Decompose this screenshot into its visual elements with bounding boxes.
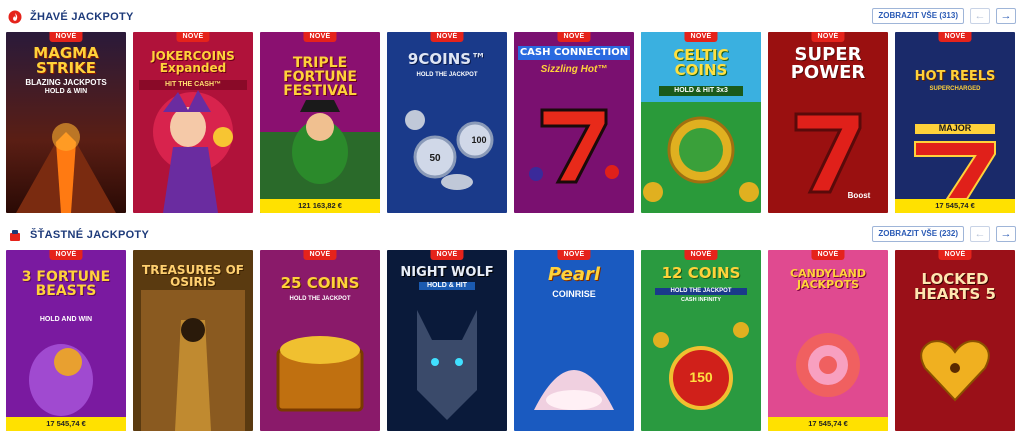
new-badge: NOVÉ (49, 250, 83, 260)
new-badge: NOVÉ (684, 32, 718, 42)
game-tile[interactable]: NOVÉ SUPER POWER Boost (768, 32, 888, 213)
fire-icon (8, 10, 22, 24)
new-badge: NOVÉ (557, 250, 591, 260)
game-title: 25 COINS (280, 274, 360, 292)
new-badge: NOVÉ (430, 32, 464, 42)
game-tile[interactable]: NOVÉ HOT REELS SUPERCHARGED MAJOR 17 545… (895, 32, 1015, 213)
new-badge: NOVÉ (430, 250, 464, 260)
new-badge: NOVÉ (811, 250, 845, 260)
clover-icon (10, 230, 20, 241)
game-title: CANDYLAND JACKPOTS (790, 267, 866, 291)
section-title-text: ŠŤASTNÉ JACKPOTY (30, 229, 150, 241)
new-badge: NOVÉ (938, 250, 972, 260)
game-tile[interactable]: NOVÉ 12 COINS HOLD THE JACKPOT CASH INFI… (641, 250, 761, 431)
section-title: ŠŤASTNÉ JACKPOTY (8, 228, 149, 242)
game-carousel: NOVÉ 3 FORTUNE BEASTS HOLD AND WIN 17 54… (6, 250, 1015, 431)
section-controls: ZOBRAZIT VŠE (313) ← → (872, 8, 1016, 24)
game-tile[interactable]: NOVÉ TRIPLE FORTUNE FESTIVAL 121 163,82 … (260, 32, 380, 213)
game-tile[interactable]: NOVÉ LOCKED HEARTS 5 (895, 250, 1015, 431)
game-subtitle: HOLD THE JACKPOT (416, 72, 478, 78)
section-title: ŽHAVÉ JACKPOTY (8, 10, 134, 24)
jackpot-tier: MAJOR (915, 123, 995, 134)
section-header: ŠŤASTNÉ JACKPOTY ZOBRAZIT VŠE (232) ← → (0, 224, 1024, 248)
arrow-left-icon[interactable]: ← (970, 8, 990, 24)
game-carousel: NOVÉ MAGMA STRIKE BLAZING JACKPOTS HOLD … (6, 32, 1015, 213)
game-tile[interactable]: NOVÉ 3 FORTUNE BEASTS HOLD AND WIN 17 54… (6, 250, 126, 431)
game-title: TRIPLE FORTUNE FESTIVAL (283, 55, 357, 99)
section-header: ŽHAVÉ JACKPOTY ZOBRAZIT VŠE (313) ← → (0, 6, 1024, 30)
coin-value: 50 (429, 153, 441, 164)
game-title: CELTIC COINS (673, 46, 729, 79)
new-badge: NOVÉ (557, 32, 591, 42)
game-subtitle-2: HOLD & WIN (44, 88, 88, 95)
game-subtitle: SUPERCHARGED (929, 86, 981, 92)
game-title: 3 FORTUNE BEASTS (21, 269, 111, 299)
game-subtitle: HOLD THE JACKPOT (289, 296, 351, 302)
game-tile[interactable]: NOVÉ CASH CONNECTION Sizzling Hot™ (514, 32, 634, 213)
show-all-button[interactable]: ZOBRAZIT VŠE (313) (872, 8, 964, 24)
new-badge: NOVÉ (303, 32, 337, 42)
game-subtitle: BLAZING JACKPOTS (25, 78, 107, 87)
game-tile[interactable]: TREASURES OF OSIRIS (133, 250, 253, 431)
arrow-right-icon[interactable]: → (996, 226, 1016, 242)
game-subtitle: HIT THE CASH™ (139, 80, 247, 90)
coin-value: 100 (471, 135, 487, 145)
game-subtitle: Boost (847, 191, 871, 200)
new-badge: NOVÉ (938, 32, 972, 42)
game-subtitle: HOLD AND WIN (39, 316, 93, 323)
game-tile[interactable]: NOVÉ 9COINS™ HOLD THE JACKPOT 50 100 (387, 32, 507, 213)
section-lucky-jackpots: ŠŤASTNÉ JACKPOTY ZOBRAZIT VŠE (232) ← → … (0, 224, 1024, 431)
game-title: Pearl (547, 264, 601, 285)
jackpot-amount: 17 545,74 € (895, 199, 1015, 213)
game-tile[interactable]: NOVÉ 25 COINS HOLD THE JACKPOT (260, 250, 380, 431)
game-tile[interactable]: NOVÉ JOKERCOINS Expanded HIT THE CASH™ (133, 32, 253, 213)
game-subtitle: COINRISE (552, 289, 596, 299)
game-tile[interactable]: NOVÉ NIGHT WOLF HOLD & HIT (387, 250, 507, 431)
new-badge: NOVÉ (303, 250, 337, 260)
game-tile[interactable]: NOVÉ Pearl COINRISE (514, 250, 634, 431)
game-subtitle-2: CASH INFINITY (680, 297, 722, 303)
game-title: 12 COINS (661, 264, 741, 282)
new-badge: NOVÉ (684, 250, 718, 260)
game-tile[interactable]: NOVÉ CANDYLAND JACKPOTS 17 545,74 € (768, 250, 888, 431)
game-subtitle: Sizzling Hot™ (540, 64, 608, 75)
jackpot-amount: 17 545,74 € (768, 417, 888, 431)
jackpot-amount: 17 545,74 € (6, 417, 126, 431)
game-title: MAGMA STRIKE (33, 44, 99, 77)
game-subtitle: HOLD & HIT 3x3 (659, 86, 743, 96)
game-title: SUPER POWER (790, 44, 866, 83)
game-title: TREASURES OF OSIRIS (142, 263, 244, 289)
game-title: CASH CONNECTION (518, 46, 630, 60)
arrow-right-icon[interactable]: → (996, 8, 1016, 24)
section-controls: ZOBRAZIT VŠE (232) ← → (872, 226, 1016, 242)
game-tile[interactable]: NOVÉ MAGMA STRIKE BLAZING JACKPOTS HOLD … (6, 32, 126, 213)
game-title: LOCKED HEARTS 5 (914, 270, 996, 303)
game-subtitle: HOLD & HIT (419, 282, 475, 290)
game-title: HOT REELS (914, 69, 996, 84)
game-subtitle: HOLD THE JACKPOT (655, 288, 747, 295)
jackpot-amount: 121 163,82 € (260, 199, 380, 213)
section-hot-jackpots: ŽHAVÉ JACKPOTY ZOBRAZIT VŠE (313) ← → NO… (0, 6, 1024, 213)
game-tile[interactable]: NOVÉ CELTIC COINS HOLD & HIT 3x3 (641, 32, 761, 213)
game-title: NIGHT WOLF (400, 265, 494, 280)
new-badge: NOVÉ (49, 32, 83, 42)
new-badge: NOVÉ (176, 32, 210, 42)
arrow-left-icon[interactable]: ← (970, 226, 990, 242)
game-title: 9COINS™ (407, 50, 487, 68)
show-all-button[interactable]: ZOBRAZIT VŠE (232) (872, 226, 964, 242)
game-title: JOKERCOINS Expanded (151, 49, 235, 75)
new-badge: NOVÉ (811, 32, 845, 42)
section-title-text: ŽHAVÉ JACKPOTY (30, 11, 134, 23)
coin-value: 150 (689, 369, 713, 385)
